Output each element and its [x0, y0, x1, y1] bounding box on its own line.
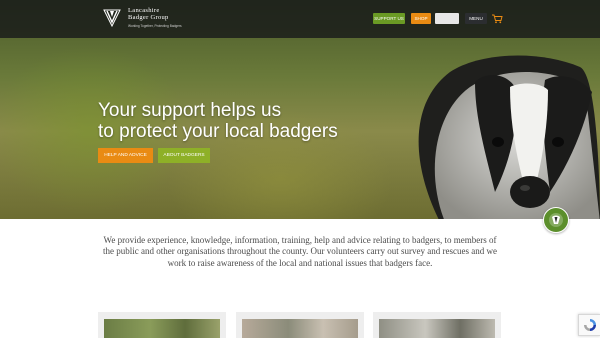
about-badgers-button[interactable]: ABOUT BADGERS: [158, 148, 210, 163]
logo-tagline: Working Together, Protecting Badgers: [128, 23, 182, 28]
cart-icon[interactable]: [491, 13, 503, 24]
card-image: [379, 319, 495, 338]
intro-paragraph: We provide experience, knowledge, inform…: [103, 235, 497, 268]
shop-button[interactable]: SHOP: [411, 13, 431, 24]
recaptcha-icon: [583, 319, 596, 331]
card-image: [104, 319, 220, 338]
site-header: [0, 0, 600, 38]
logo-name-line1: Lancashire: [128, 6, 160, 14]
badger-logo-icon: [103, 9, 121, 28]
hero-title-line1: Your support helps us: [98, 100, 282, 121]
feature-card[interactable]: [98, 312, 226, 338]
site-logo[interactable]: Lancashire Badger Group Working Together…: [100, 6, 182, 30]
menu-button[interactable]: MENU: [465, 13, 487, 24]
feature-card[interactable]: [373, 312, 501, 338]
support-us-button[interactable]: SUPPORT US: [373, 13, 405, 24]
hero-banner: Lancashire Badger Group Working Together…: [0, 0, 600, 219]
hero-title-line2: to protect your local badgers: [98, 121, 338, 142]
feature-card[interactable]: [236, 312, 364, 338]
card-image: [242, 319, 358, 338]
badger-face-icon: [549, 213, 563, 227]
badger-emblem-icon[interactable]: [543, 207, 569, 233]
logo-name-line2: Badger Group: [128, 13, 169, 21]
help-and-advice-button[interactable]: HELP AND ADVICE: [98, 148, 153, 163]
recaptcha-badge[interactable]: [578, 314, 600, 336]
badger-photo: [418, 55, 600, 219]
hero-title: Your support helps us to protect your lo…: [98, 100, 378, 142]
search-button[interactable]: [435, 13, 459, 24]
